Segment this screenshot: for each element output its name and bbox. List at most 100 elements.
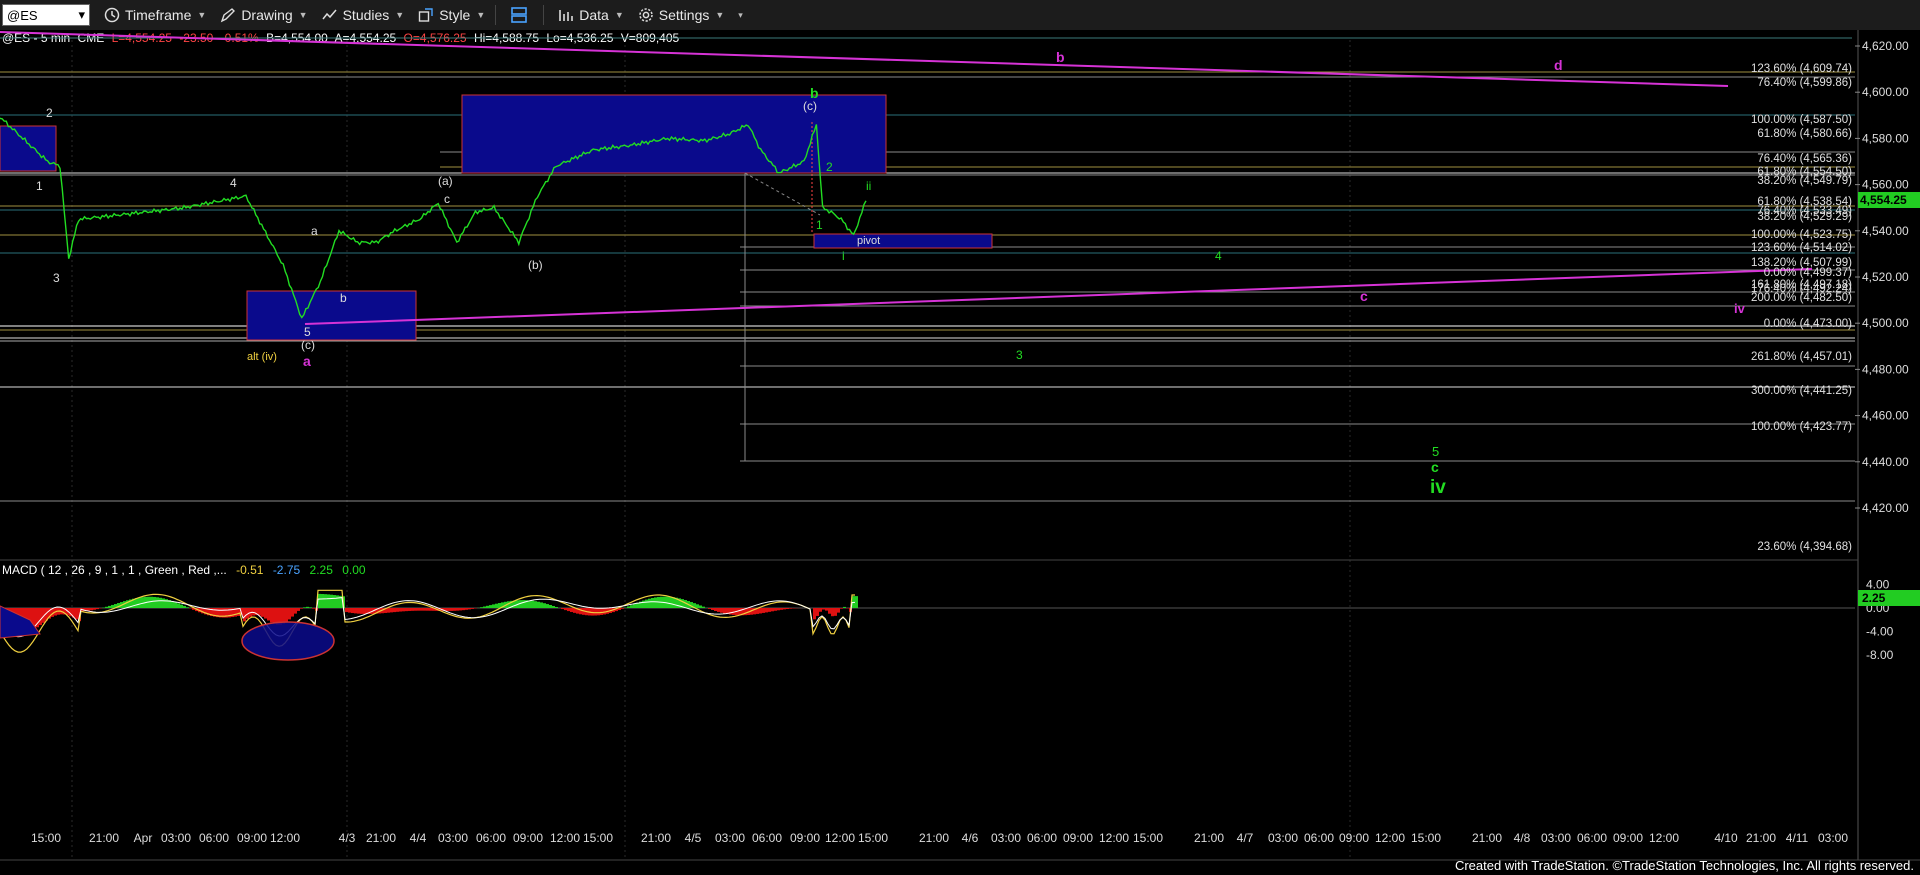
wave-3-label: 3 (53, 271, 60, 285)
time-tick-label: 09:00 (1339, 831, 1369, 845)
macd-histogram-bar (834, 608, 837, 616)
macd-histogram-bar (306, 606, 309, 608)
alt-iv-label: alt (iv) (247, 351, 277, 363)
chart[interactable]: @ES - 5 min CME L=4,554.25 -23.50 -0.51%… (0, 30, 1920, 875)
macd-histogram-bar (108, 605, 111, 608)
caret-icon: ▼ (197, 10, 207, 20)
macd-histogram-bar (702, 606, 705, 608)
fib-level-label: 200.00% (4,482.50) (1751, 292, 1852, 304)
wave-c-paren-top-label: (c) (803, 99, 817, 113)
macd-histogram-bar (420, 608, 423, 611)
price-tick-label: 4,560.00 (1862, 178, 1909, 192)
macd-histogram-bar (291, 608, 294, 617)
macd-histogram-bar (189, 608, 192, 609)
macd-histogram-bar (426, 608, 429, 611)
time-tick-label: 4/5 (685, 831, 702, 845)
macd-histogram-bar (360, 608, 363, 614)
macd-histogram-bar (105, 606, 108, 608)
time-tick-label: 15:00 (583, 831, 613, 845)
macd-histogram-bar (351, 608, 354, 614)
time-tick-label: 06:00 (1027, 831, 1057, 845)
macd-histogram-bar (540, 602, 543, 608)
macd-histogram-bar (600, 608, 603, 615)
wave-c-small-label: c (444, 192, 450, 206)
macd-histogram-bar (417, 608, 420, 611)
macd-histogram-bar (831, 608, 834, 617)
macd-histogram-bar (327, 594, 330, 608)
macd-histogram-bar (738, 608, 741, 616)
time-tick-label: 21:00 (1746, 831, 1776, 845)
macd-tick-label: 4.00 (1866, 577, 1890, 591)
macd-histogram-bar (765, 608, 768, 613)
macd-histogram-bar (390, 608, 393, 613)
layout-button[interactable] (510, 6, 533, 24)
time-tick-label: 21:00 (1472, 831, 1502, 845)
fib-level-label: 100.00% (4,423.77) (1751, 421, 1852, 433)
macd-histogram-bar (459, 608, 462, 611)
macd-histogram-bar (777, 608, 780, 611)
chevron-down-icon[interactable]: ▾ (78, 7, 85, 23)
timeframe-button[interactable]: Timeframe ▼ (104, 7, 206, 23)
macd-histogram-bar (669, 596, 672, 608)
macd-histogram-bar (729, 608, 732, 615)
time-tick-label: 21:00 (919, 831, 949, 845)
macd-histogram-bar (333, 595, 336, 608)
toolbar: @ES ▾ Timeframe ▼ Drawing ▼ Studies ▼ Style… (0, 0, 1920, 31)
macd-histogram-bar (720, 608, 723, 613)
macd-histogram-bar (594, 608, 597, 616)
macd-tick-label: -4.00 (1866, 625, 1894, 639)
macd-histogram-bar (402, 608, 405, 612)
time-tick-label: Apr (134, 831, 153, 845)
macd-histogram-bar (825, 608, 828, 611)
macd-histogram-bar (297, 608, 300, 611)
macd-histogram-bar (162, 598, 165, 608)
macd-histogram-bar (696, 604, 699, 608)
time-tick-label: 12:00 (1375, 831, 1405, 845)
wave-1-label: 1 (36, 179, 43, 193)
wave-c-paren-low-label: (c) (301, 338, 315, 352)
studies-button[interactable]: Studies ▼ (322, 7, 404, 23)
time-tick-label: 15:00 (31, 831, 61, 845)
macd-histogram-bar (567, 608, 570, 612)
macd-histogram-bar (324, 594, 327, 608)
macd-histogram-bar (396, 608, 399, 612)
fib-level-label: 76.40% (4,565.36) (1757, 153, 1852, 165)
price-tick-label: 4,540.00 (1862, 224, 1909, 238)
time-tick-label: 4/7 (1237, 831, 1254, 845)
macd-histogram-bar (153, 596, 156, 608)
style-button[interactable]: Style ▼ (418, 7, 485, 23)
wave-4-green-label: 4 (1215, 249, 1222, 263)
wave-a-paren-label: (a) (438, 174, 453, 188)
overflow-icon[interactable]: ▾ (738, 10, 743, 21)
macd-histogram-bar (666, 596, 669, 608)
macd-histogram-bar (489, 605, 492, 608)
data-button[interactable]: Data ▼ (558, 7, 624, 23)
fib-level-label: 123.60% (4,514.02) (1751, 242, 1852, 254)
symbol-input[interactable]: @ES ▾ (2, 4, 90, 26)
time-tick-label: 12:00 (1649, 831, 1679, 845)
wave-b-green-label: b (810, 85, 819, 101)
settings-button[interactable]: Settings ▼ ▾ (638, 7, 743, 23)
caret-icon: ▼ (715, 10, 725, 20)
macd-histogram-bar (645, 599, 648, 608)
time-tick-label: 12:00 (825, 831, 855, 845)
price-tick-label: 4,600.00 (1862, 85, 1909, 99)
macd-histogram-bar (762, 608, 765, 613)
caret-icon: ▼ (298, 10, 308, 20)
fib-level-label: 38.20% (4,549.79) (1757, 175, 1852, 187)
macd-histogram-bar (453, 608, 456, 611)
macd-histogram-bar (330, 594, 333, 608)
macd-histogram-bar (768, 608, 771, 612)
macd-histogram-bar (543, 603, 546, 608)
drawing-button[interactable]: Drawing ▼ (220, 7, 308, 23)
fib-level-label: 100.00% (4,523.75) (1751, 229, 1852, 241)
macd-histogram-bar (714, 608, 717, 611)
macd-histogram-bar (828, 608, 831, 614)
macd-histogram-bar (273, 608, 276, 624)
macd-histogram-bar (471, 608, 474, 609)
macd-tick-label: -8.00 (1866, 648, 1894, 662)
macd-histogram-bar (855, 596, 858, 608)
pencil-icon (221, 8, 236, 23)
macd-histogram-bar (843, 606, 846, 608)
macd-histogram-bar (672, 597, 675, 608)
